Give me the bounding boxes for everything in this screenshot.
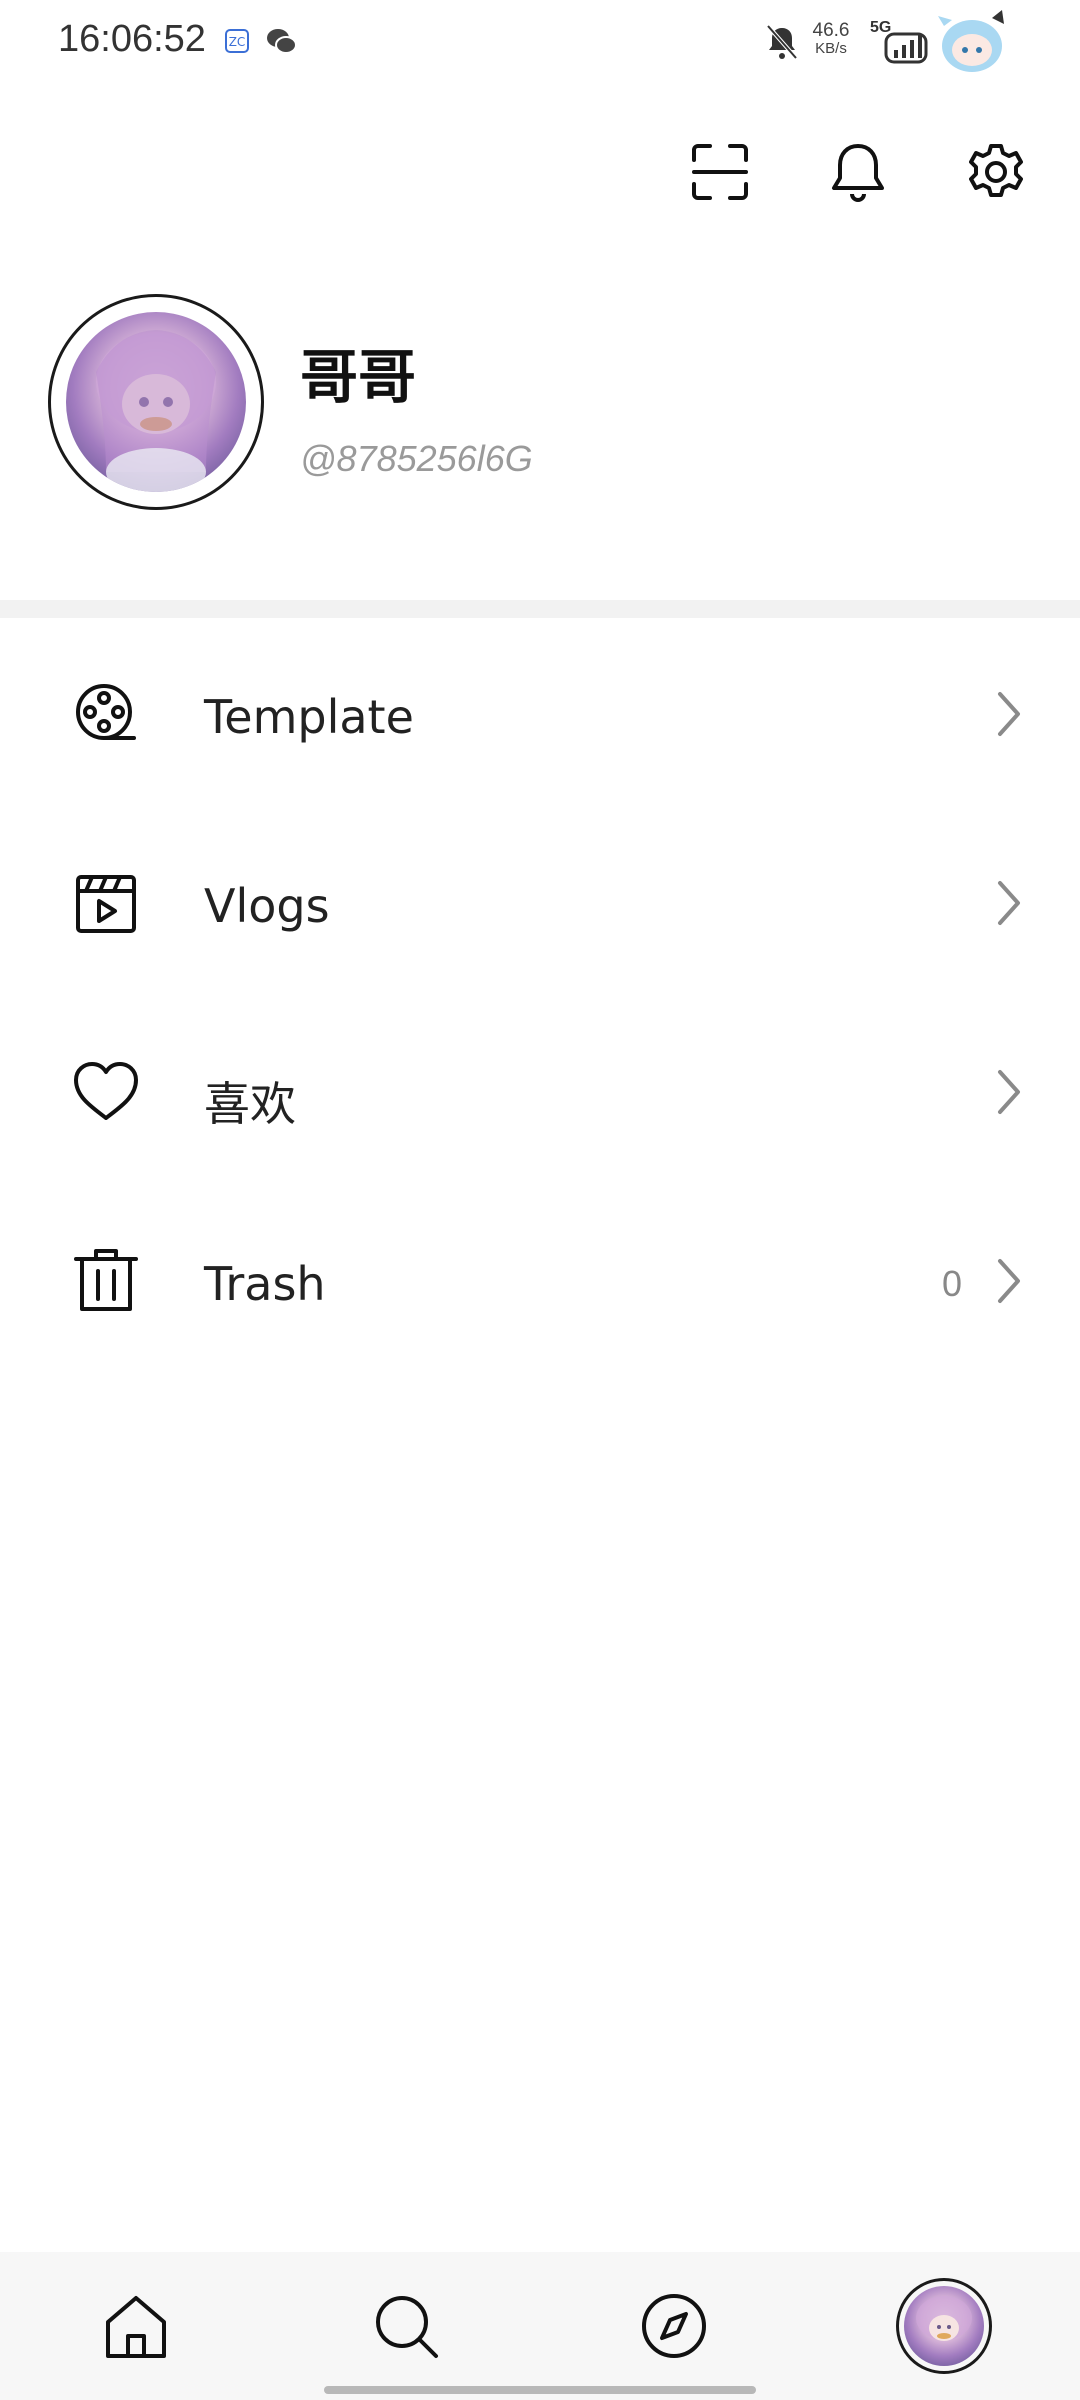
status-bar: 16:06:52 ZC 46.6 KB/s 5G [0,0,1080,84]
chevron-right-icon [990,1255,1030,1307]
compass-icon [642,2294,706,2358]
film-reel-icon [72,680,140,748]
wechat-icon [264,24,298,58]
section-divider [0,600,1080,618]
menu-item-likes[interactable]: 喜欢 [0,1022,1080,1162]
network-speed-value: 46.6 [812,20,850,41]
gear-icon [969,144,1023,197]
trash-count: 0 [942,1263,963,1304]
menu-item-label: Trash [204,1257,326,1311]
app-notification-icon: ZC [222,24,252,58]
nav-search[interactable] [370,2290,442,2362]
signal-5g-icon: 5G [868,14,930,64]
bell-muted-icon [762,20,802,64]
trash-icon [72,1247,140,1315]
profile-handle: @8785256l6G [300,438,533,479]
status-time: 16:06:52 [58,18,206,60]
nav-home[interactable] [100,2290,172,2362]
clapperboard-icon [72,869,140,937]
menu-item-label: Vlogs [204,879,330,933]
mascot-icon [934,6,1014,78]
notifications-button[interactable] [826,140,890,204]
menu-item-template[interactable]: Template [0,644,1080,784]
profile-name: 哥哥 [300,343,417,411]
chevron-right-icon [990,1066,1030,1118]
chevron-right-icon [990,688,1030,740]
network-speed: 46.6 KB/s [806,20,856,58]
home-indicator[interactable] [324,2386,756,2394]
home-icon [106,2296,166,2358]
heart-icon [72,1058,140,1126]
chevron-right-icon [990,877,1030,929]
menu-item-trash[interactable]: Trash 0 [0,1211,1080,1351]
svg-text:ZC: ZC [229,35,246,49]
network-type-label: 5G [870,19,891,36]
search-icon [376,2296,438,2358]
menu-item-vlogs[interactable]: Vlogs [0,833,1080,973]
nav-profile-avatar[interactable] [904,2286,984,2366]
profile-avatar[interactable] [66,312,246,492]
nav-discover[interactable] [638,2290,710,2362]
menu-item-label: 喜欢 [204,1077,296,1131]
scan-icon [692,144,748,200]
scan-button[interactable] [688,140,752,204]
menu-item-label: Template [204,690,414,744]
settings-button[interactable] [964,140,1028,204]
bell-icon [832,144,884,202]
network-speed-unit: KB/s [815,40,847,57]
